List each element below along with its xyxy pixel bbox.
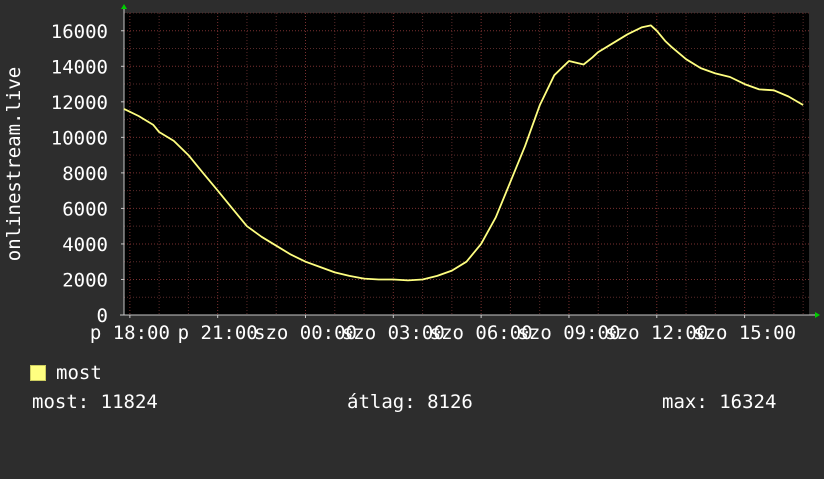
y-tick-label: 6000 bbox=[62, 198, 108, 220]
stats-row: most: 11824 átlag: 8126 max: 16324 bbox=[32, 391, 802, 479]
x-tick-label: szo 15:00 bbox=[693, 322, 796, 344]
y-axis-label: onlinestream.live bbox=[3, 67, 25, 261]
stat-current: most: 11824 bbox=[32, 391, 158, 413]
legend-swatch bbox=[30, 365, 46, 381]
x-tick-label: p 18:00 bbox=[90, 322, 170, 344]
y-tick-label: 8000 bbox=[62, 163, 108, 185]
y-tick-label: 4000 bbox=[62, 234, 108, 256]
y-tick-label: 16000 bbox=[51, 21, 108, 43]
stat-average: átlag: 8126 bbox=[347, 391, 473, 413]
plot-area bbox=[124, 13, 809, 315]
y-tick-label: 2000 bbox=[62, 269, 108, 291]
y-tick-label: 12000 bbox=[51, 92, 108, 114]
x-tick-label: p 21:00 bbox=[178, 322, 258, 344]
legend-label: most bbox=[56, 362, 102, 384]
chart: 0200040006000800010000120001400016000p 1… bbox=[3, 4, 820, 344]
y-axis-arrow bbox=[121, 4, 127, 9]
legend: most bbox=[30, 362, 102, 384]
stat-maximum: max: 16324 bbox=[662, 391, 777, 413]
y-tick-label: 10000 bbox=[51, 127, 108, 149]
x-axis-arrow bbox=[815, 312, 820, 318]
y-tick-label: 14000 bbox=[51, 56, 108, 78]
